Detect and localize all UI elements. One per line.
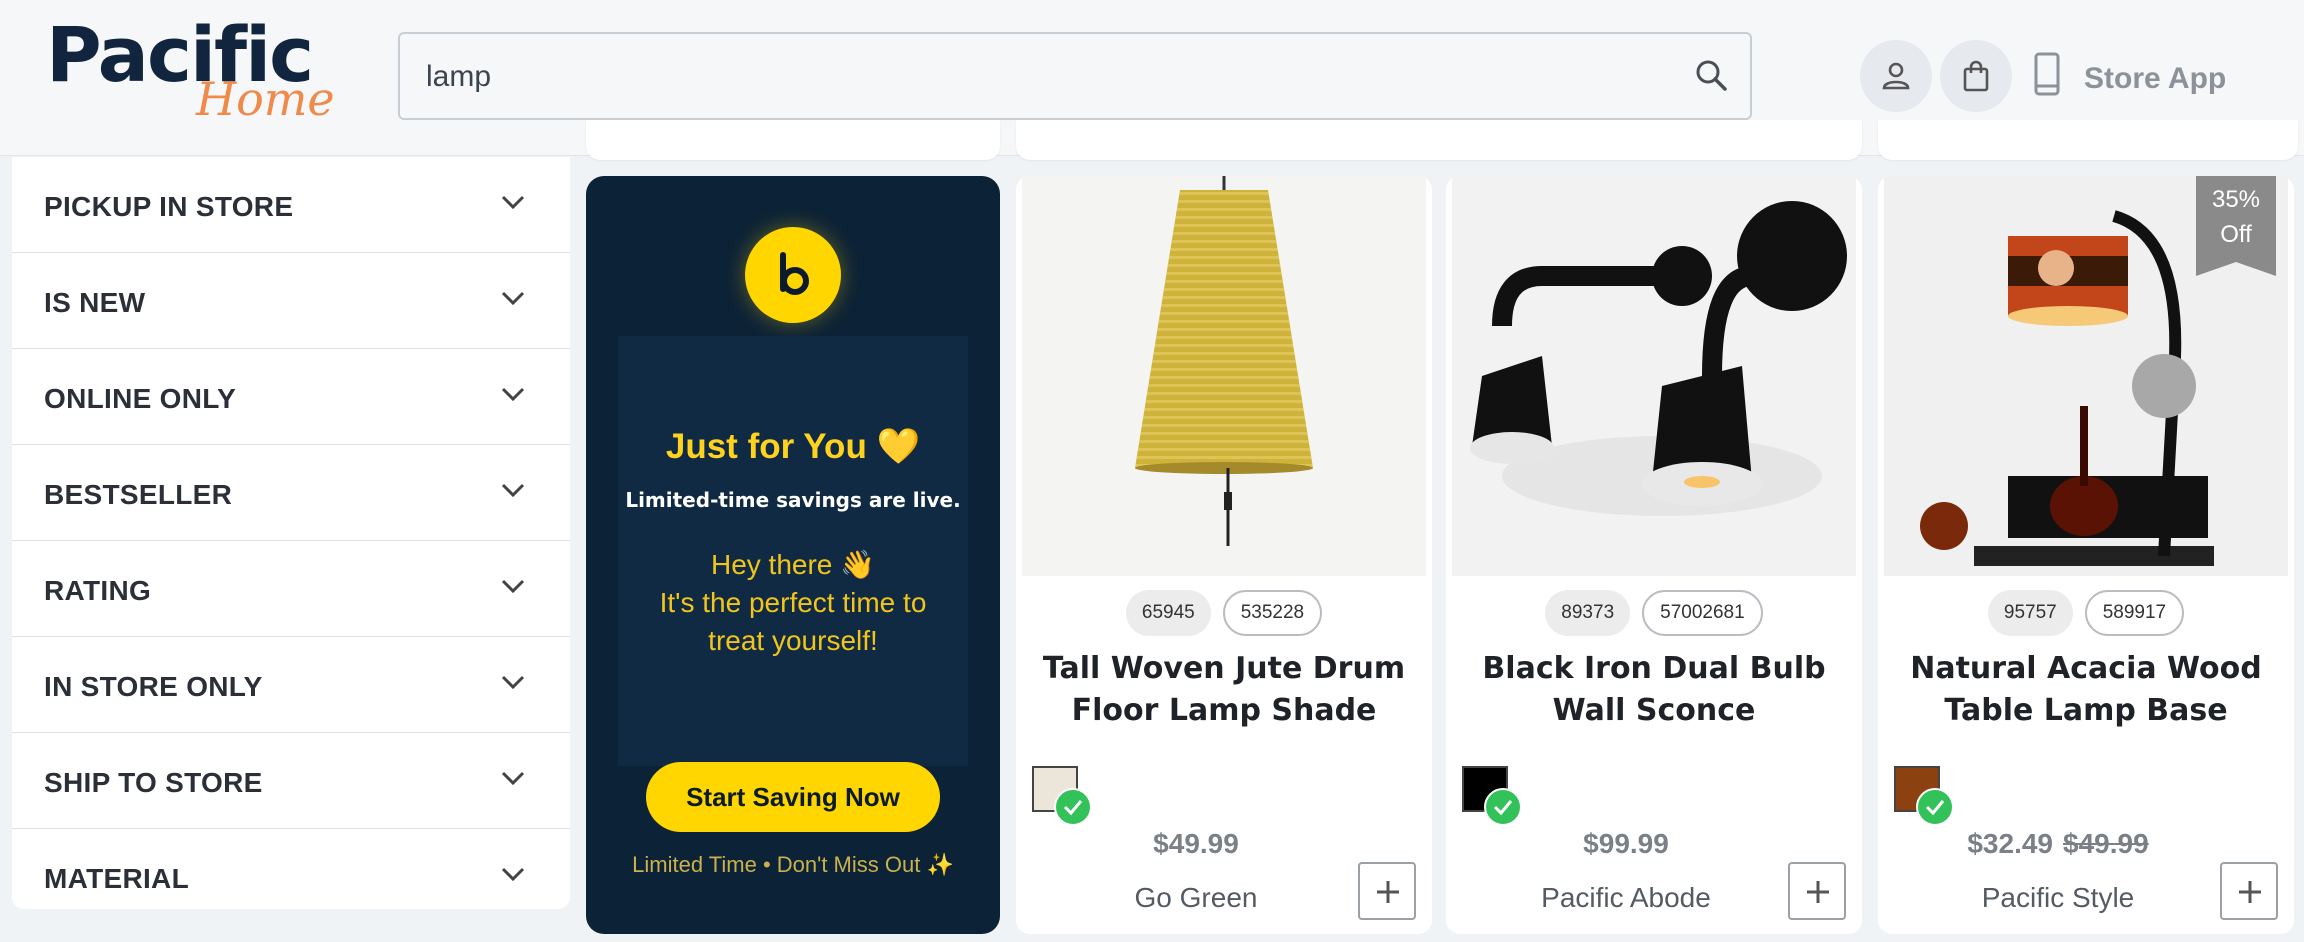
filter-in-store-only[interactable]: IN STORE ONLY — [12, 637, 570, 733]
product-brand[interactable]: Go Green — [1016, 882, 1376, 914]
product-id-chips: 89373 57002681 — [1446, 590, 1862, 636]
product-price: $99.99 — [1446, 828, 1806, 860]
chevron-down-icon — [501, 483, 525, 498]
filter-label: IN STORE ONLY — [44, 671, 263, 702]
add-to-cart-button[interactable] — [2220, 862, 2278, 920]
chevron-down-icon — [501, 195, 525, 210]
product-brand[interactable]: Pacific Abode — [1446, 882, 1806, 914]
product-brand[interactable]: Pacific Style — [1878, 882, 2238, 914]
promo-footer: Limited Time • Don't Miss Out ✨ — [632, 852, 954, 877]
logo-subtitle: Home — [196, 72, 335, 126]
chevron-down-icon — [501, 291, 525, 306]
filter-rating[interactable]: RATING — [12, 541, 570, 637]
discount-percent: 35% — [2211, 186, 2261, 213]
current-price: $49.99 — [1153, 828, 1239, 859]
selected-check-icon — [1916, 788, 1954, 826]
plus-icon — [2239, 881, 2261, 903]
promo-card: Just for You 💛 Limited-time savings are … — [586, 176, 1000, 934]
product-sku-chip[interactable]: 57002681 — [1642, 590, 1763, 636]
product-id-chip[interactable]: 95757 — [1987, 590, 2073, 636]
search-input[interactable]: lamp — [426, 60, 491, 94]
product-name[interactable]: Black Iron Dual Bulb Wall Sconce — [1466, 648, 1842, 732]
phone-icon — [2034, 52, 2060, 96]
filter-is-new[interactable]: IS NEW — [12, 253, 570, 349]
promo-title: Just for You 💛 — [665, 427, 921, 466]
cart-button[interactable] — [1940, 40, 2012, 112]
chevron-down-icon — [501, 675, 525, 690]
current-price: $99.99 — [1583, 828, 1669, 859]
product-price: $49.99 — [1016, 828, 1376, 860]
plus-icon — [1807, 881, 1829, 903]
product-image[interactable] — [1022, 176, 1426, 576]
product-name[interactable]: Natural Acacia Wood Table Lamp Base — [1898, 648, 2274, 732]
filter-material[interactable]: MATERIAL — [12, 829, 570, 925]
promo-message: Hey there 👋 It's the perfect time to tre… — [618, 546, 968, 660]
start-saving-button[interactable]: Start Saving Now — [646, 762, 940, 832]
card-edge — [586, 120, 1000, 160]
promo-message-panel: Just for You 💛 Limited-time savings are … — [618, 336, 968, 766]
search-icon[interactable] — [1692, 56, 1732, 96]
product-card[interactable]: 35% Off 95757 589917 Natural Acacia Wood… — [1878, 176, 2294, 934]
user-icon — [1882, 62, 1910, 90]
product-sku-chip[interactable]: 535228 — [1222, 590, 1323, 636]
promo-brand-logo-icon — [745, 227, 841, 323]
product-price: $32.49 $49.99 — [1878, 828, 2238, 860]
chevron-down-icon — [501, 579, 525, 594]
filter-label: MATERIAL — [44, 863, 189, 894]
promo-message-line2: It's the perfect time to treat yourself! — [659, 587, 927, 656]
product-sku-chip[interactable]: 589917 — [2084, 590, 2185, 636]
filter-label: BESTSELLER — [44, 479, 233, 510]
promo-subtitle: Limited-time savings are live. — [625, 488, 961, 512]
plus-icon — [1377, 881, 1399, 903]
discount-off-label: Off — [2220, 221, 2252, 248]
pacific-home-logo[interactable]: Pacific Home — [46, 10, 335, 140]
product-id-chip[interactable]: 65945 — [1125, 590, 1211, 636]
product-image[interactable] — [1452, 176, 1856, 576]
filter-pickup-in-store[interactable]: PICKUP IN STORE — [12, 157, 570, 253]
filter-label: SHIP TO STORE — [44, 767, 263, 798]
filter-label: IS NEW — [44, 287, 146, 318]
product-name[interactable]: Tall Woven Jute Drum Floor Lamp Shade — [1036, 648, 1412, 732]
selected-check-icon — [1484, 788, 1522, 826]
chevron-down-icon — [501, 867, 525, 882]
store-app-label: Store App — [2084, 62, 2227, 95]
filter-label: RATING — [44, 575, 152, 606]
product-id-chips: 95757 589917 — [1878, 590, 2294, 636]
filter-sidebar: PICKUP IN STORE IS NEW ONLINE ONLY BESTS… — [12, 157, 570, 909]
search-bar[interactable]: lamp — [398, 32, 1752, 120]
product-card[interactable]: 89373 57002681 Black Iron Dual Bulb Wall… — [1446, 176, 1862, 934]
product-card[interactable]: 65945 535228 Tall Woven Jute Drum Floor … — [1016, 176, 1432, 934]
chevron-down-icon — [501, 771, 525, 786]
promo-message-line1: Hey there 👋 — [710, 549, 876, 580]
account-button[interactable] — [1860, 40, 1932, 112]
filter-label: ONLINE ONLY — [44, 383, 237, 414]
filter-ship-to-store[interactable]: SHIP TO STORE — [12, 733, 570, 829]
selected-check-icon — [1054, 788, 1092, 826]
filter-online-only[interactable]: ONLINE ONLY — [12, 349, 570, 445]
discount-badge: 35% Off — [2196, 176, 2276, 276]
card-edge — [1016, 120, 1862, 160]
product-id-chip[interactable]: 89373 — [1545, 590, 1631, 636]
filter-label: PICKUP IN STORE — [44, 191, 294, 222]
current-price: $32.49 — [1967, 828, 2053, 859]
chevron-down-icon — [501, 387, 525, 402]
product-id-chips: 65945 535228 — [1016, 590, 1432, 636]
add-to-cart-button[interactable] — [1788, 862, 1846, 920]
original-price: $49.99 — [2063, 828, 2149, 859]
card-edge — [1878, 120, 2298, 160]
filter-bestseller[interactable]: BESTSELLER — [12, 445, 570, 541]
shopping-bag-icon — [1963, 60, 1989, 92]
add-to-cart-button[interactable] — [1358, 862, 1416, 920]
